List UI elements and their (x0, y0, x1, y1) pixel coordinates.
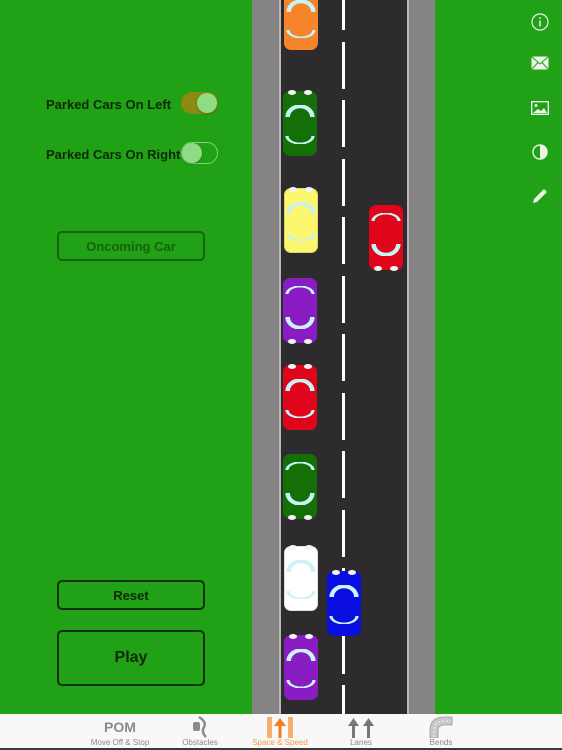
toggle-parked-right-row: Parked Cars On Right (46, 142, 221, 168)
bends-icon (401, 716, 481, 738)
windshield (285, 105, 315, 117)
rear-window (285, 410, 315, 418)
windshield (329, 585, 359, 597)
contrast-icon[interactable] (528, 140, 552, 164)
headlight (288, 90, 296, 95)
toggle-parked-left-switch[interactable] (181, 92, 218, 114)
right-grass (435, 0, 562, 714)
windshield (285, 317, 315, 329)
pencil-icon[interactable] (528, 184, 552, 208)
windshield (286, 649, 316, 661)
tab-label: Obstacles (182, 738, 218, 747)
windshield (286, 202, 316, 214)
rear-window (371, 213, 401, 221)
windshield (371, 244, 401, 256)
lane-dash (342, 392, 345, 440)
parked-car-yellow (284, 187, 318, 253)
tab-bends[interactable]: Bends (401, 714, 481, 748)
control-panel: Parked Cars On Left Parked Cars On Right… (0, 0, 252, 714)
rear-window (329, 616, 359, 624)
player-car-blue[interactable] (327, 570, 361, 636)
toggle-parked-right-switch[interactable] (181, 142, 218, 164)
headlight (289, 634, 297, 639)
lane-dash (342, 41, 345, 89)
lane-dash (342, 685, 345, 714)
tab-obstacles[interactable]: Obstacles (160, 714, 240, 748)
toggle-parked-left-row: Parked Cars On Left (46, 92, 221, 118)
lane-dash (342, 334, 345, 381)
reset-button[interactable]: Reset (57, 580, 205, 610)
lane-dash (342, 509, 345, 557)
parked-car-white (284, 545, 318, 611)
tab-label: Bends (429, 738, 453, 747)
toggle-parked-left-label: Parked Cars On Left (46, 97, 171, 112)
parked-car-orange (284, 0, 318, 50)
parked-car-red (283, 364, 317, 430)
tab-move-off-stop[interactable]: POM Move Off & Stop (80, 714, 160, 748)
lane-dash (342, 0, 345, 30)
rear-window (285, 286, 315, 294)
headlight (304, 515, 312, 520)
rear-window (285, 136, 315, 144)
lanes-icon (321, 716, 401, 738)
lane-dash (342, 217, 345, 264)
switch-knob (182, 143, 202, 163)
headlight (332, 570, 340, 575)
headlight (374, 266, 382, 271)
headlight (390, 266, 398, 271)
lane-dash (342, 158, 345, 206)
parked-car-purple-2 (284, 634, 318, 700)
tab-bar: POM Move Off & Stop Obstacles Space & Sp… (0, 714, 562, 750)
info-icon[interactable] (528, 10, 552, 34)
space-speed-icon (240, 716, 320, 738)
windshield (286, 560, 316, 572)
image-icon[interactable] (528, 96, 552, 120)
headlight (304, 90, 312, 95)
parked-car-green-2 (283, 454, 317, 520)
toggle-parked-right-label: Parked Cars On Right (46, 147, 181, 162)
oncoming-car-button[interactable]: Oncoming Car (57, 231, 205, 261)
road (281, 0, 407, 714)
headlight (304, 339, 312, 344)
parked-car-purple (283, 278, 317, 344)
left-pavement (252, 0, 279, 714)
headlight (305, 545, 313, 550)
headlight (288, 339, 296, 344)
headlight (289, 545, 297, 550)
headlight (305, 634, 313, 639)
headlight (288, 364, 296, 369)
windshield (285, 379, 315, 391)
headlight (305, 187, 313, 192)
right-pavement (409, 0, 435, 714)
pom-icon: POM (80, 716, 160, 738)
lane-dash (342, 451, 345, 498)
mail-icon[interactable] (528, 51, 552, 75)
play-button[interactable]: Play (57, 630, 205, 686)
tab-lanes[interactable]: Lanes (321, 714, 401, 748)
rear-window (286, 591, 316, 599)
headlight (289, 187, 297, 192)
lane-dash (342, 100, 345, 147)
headlight (348, 570, 356, 575)
rear-window (285, 462, 315, 470)
rear-window (286, 680, 316, 688)
windshield (286, 0, 316, 12)
parked-car-green (283, 90, 317, 156)
rear-window (286, 30, 316, 38)
obstacles-icon (160, 716, 240, 738)
tab-label: Move Off & Stop (90, 738, 150, 747)
tab-label: Space & Speed (252, 738, 308, 747)
rear-window (286, 233, 316, 241)
pom-icon-text: POM (104, 719, 136, 735)
headlight (304, 364, 312, 369)
lane-dash (342, 275, 345, 323)
windshield (285, 493, 315, 505)
oncoming-car-red (369, 205, 403, 271)
tab-space-speed[interactable]: Space & Speed (240, 714, 320, 748)
headlight (288, 515, 296, 520)
switch-knob (197, 93, 217, 113)
tab-label: Lanes (350, 738, 372, 747)
